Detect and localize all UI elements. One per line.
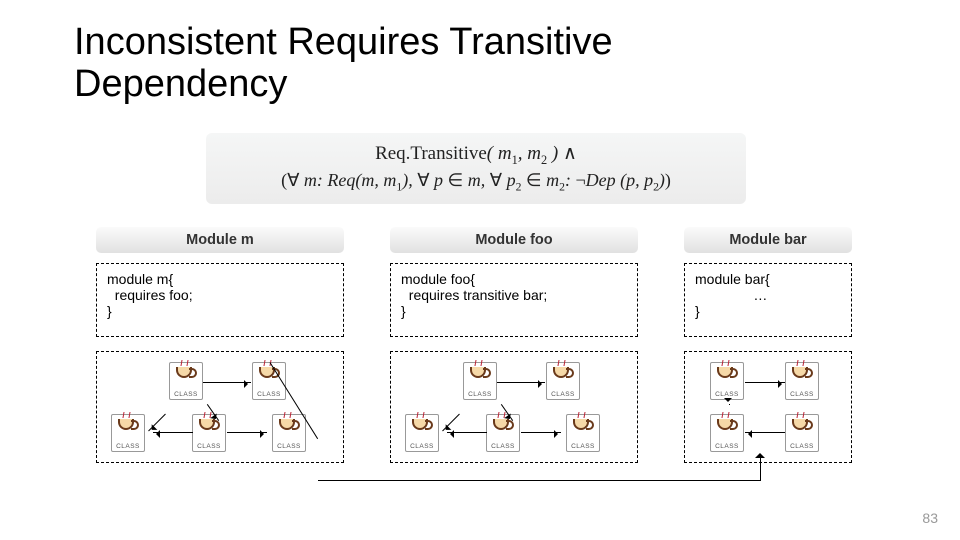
dep-arrow	[729, 404, 730, 405]
class-icon: CLASS	[785, 362, 819, 400]
class-icon: CLASS	[566, 414, 600, 452]
module-foo-classes: CLASS CLASS CLASS CLASS CLASS	[390, 351, 638, 463]
slide-title: Inconsistent Requires TransitiveDependen…	[74, 22, 613, 106]
formula-block: Req.Transitive( m1, m2 ) ∧ (∀ m: Req(m, …	[206, 133, 746, 204]
dep-arrow	[153, 432, 193, 433]
dep-arrow	[227, 432, 267, 433]
class-icon: CLASS	[710, 362, 744, 400]
module-foo: Module foo module foo{ requires transiti…	[390, 227, 638, 463]
slide: Inconsistent Requires TransitiveDependen…	[0, 0, 960, 540]
module-bar-code: module bar{ … }	[684, 263, 852, 337]
dep-arrow	[521, 432, 561, 433]
class-icon: CLASS	[710, 414, 744, 452]
formula-line-1: Req.Transitive( m1, m2 ) ∧	[220, 141, 732, 168]
modules-row: Module m module m{ requires foo; } CLASS…	[96, 227, 852, 463]
module-foo-header: Module foo	[390, 227, 638, 253]
dep-arrow	[497, 382, 545, 383]
module-bar: Module bar module bar{ … } CLASS CLASS C…	[684, 227, 852, 463]
page-number: 83	[922, 510, 938, 526]
formula-line-2: (∀ m: Req(m, m1), ∀ p ∈ m, ∀ p2 ∈ m2: ¬D…	[220, 168, 732, 195]
module-m: Module m module m{ requires foo; } CLASS…	[96, 227, 344, 463]
class-icon: CLASS	[546, 362, 580, 400]
module-bar-header: Module bar	[684, 227, 852, 253]
class-icon: CLASS	[272, 414, 306, 452]
class-icon: CLASS	[169, 362, 203, 400]
module-m-code: module m{ requires foo; }	[96, 263, 344, 337]
dep-arrow	[447, 432, 487, 433]
dep-arrow	[745, 432, 785, 433]
cross-module-arrow-head	[755, 448, 765, 458]
module-m-classes: CLASS CLASS CLASS CLASS CLASS	[96, 351, 344, 463]
class-icon: CLASS	[405, 414, 439, 452]
module-foo-code: module foo{ requires transitive bar; }	[390, 263, 638, 337]
class-icon: CLASS	[463, 362, 497, 400]
dep-arrow	[203, 382, 251, 383]
module-m-header: Module m	[96, 227, 344, 253]
cross-module-arrow	[318, 480, 760, 481]
dep-arrow	[745, 382, 785, 383]
class-icon: CLASS	[111, 414, 145, 452]
class-icon: CLASS	[785, 414, 819, 452]
module-bar-classes: CLASS CLASS CLASS CLASS	[684, 351, 852, 463]
cross-module-arrow	[760, 454, 761, 481]
